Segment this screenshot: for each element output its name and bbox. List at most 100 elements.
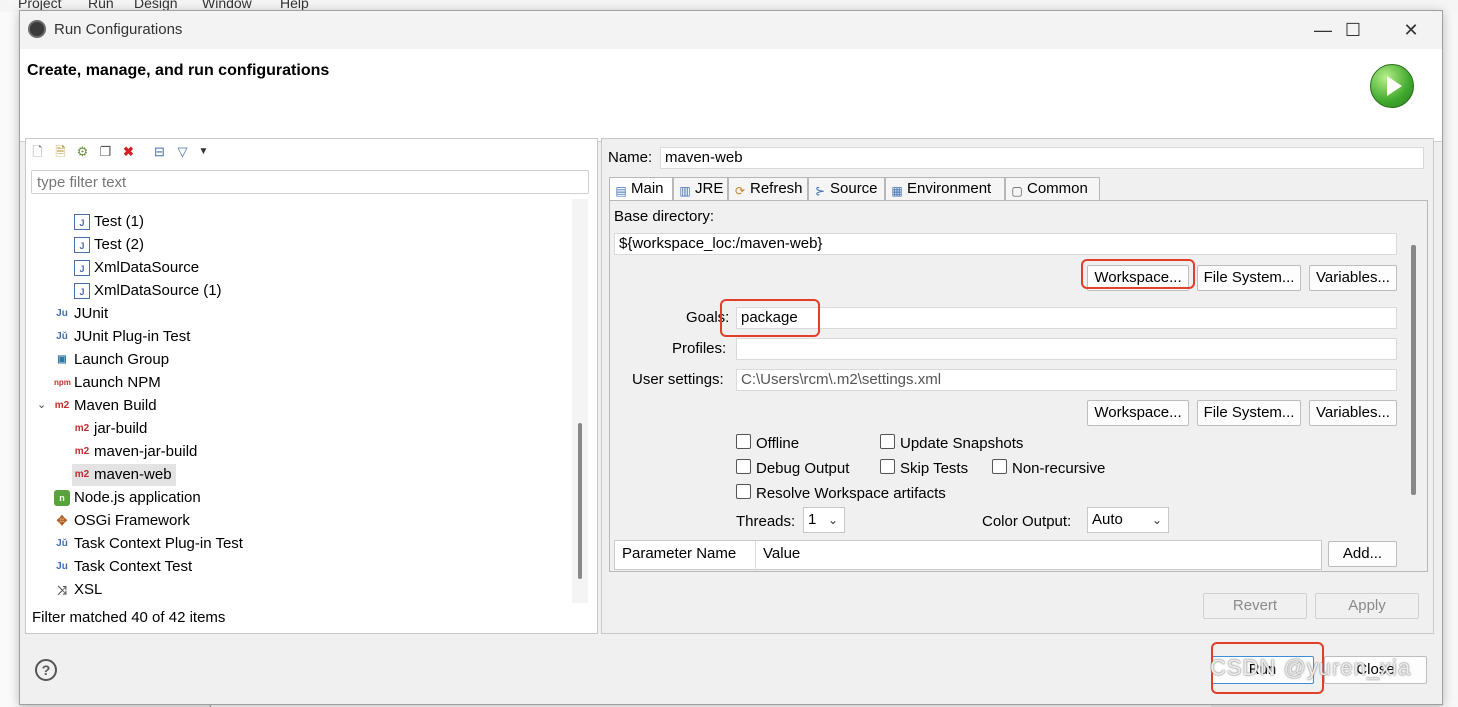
tree-item-xmldatasource-1[interactable]: J XmlDataSource (1)	[74, 280, 222, 302]
close-window-button[interactable]: ✕	[1396, 19, 1426, 41]
duplicate-config-icon[interactable]: ❐	[98, 144, 113, 159]
offline-checkbox[interactable]: Offline	[736, 434, 799, 452]
junit-test-icon: J	[74, 214, 90, 231]
tree-item-test-2[interactable]: J Test (2)	[74, 234, 144, 256]
tab-source[interactable]: ⊱ Source	[808, 177, 885, 201]
column-divider[interactable]	[755, 541, 756, 571]
task-plugin-icon: Jǔ	[56, 538, 68, 550]
tree-item-maven-web[interactable]: m2 maven-web	[72, 464, 176, 486]
tree-item-maven-build[interactable]: m2 Maven Build	[54, 395, 157, 417]
skip-tests-checkbox[interactable]: Skip Tests	[880, 459, 968, 477]
tree-item-launch-group[interactable]: ▣ Launch Group	[54, 349, 169, 371]
tree-item-maven-jar-build[interactable]: m2 maven-jar-build	[74, 441, 198, 463]
tab-jre[interactable]: ▥ JRE	[673, 177, 728, 201]
junit-test-icon: J	[74, 237, 90, 254]
profiles-field[interactable]	[736, 338, 1397, 360]
filter-status: Filter matched 40 of 42 items	[32, 609, 226, 626]
tree-item-launch-npm[interactable]: npm Launch NPM	[54, 372, 161, 394]
refresh-tab-icon: ⟳	[734, 184, 746, 198]
non-recursive-checkbox[interactable]: Non-recursive	[992, 459, 1105, 477]
param-value-header[interactable]: Value	[763, 545, 800, 562]
new-prototype-icon[interactable]: 🗎	[53, 144, 68, 159]
revert-button[interactable]: Revert	[1203, 593, 1307, 619]
checkbox-box[interactable]	[736, 434, 751, 449]
base-directory-field[interactable]: ${workspace_loc:/maven-web}	[614, 233, 1397, 255]
tab-main[interactable]: ▤ Main	[609, 177, 673, 201]
update-snapshots-checkbox[interactable]: Update Snapshots	[880, 434, 1023, 452]
param-name-header[interactable]: Parameter Name	[622, 545, 736, 562]
tree-item-osgi-framework[interactable]: ✥ OSGi Framework	[54, 510, 190, 532]
export-config-icon[interactable]: ⚙	[75, 144, 90, 159]
tab-environment[interactable]: ▦ Environment	[885, 177, 1005, 201]
color-output-select[interactable]: Auto ⌄	[1087, 507, 1169, 533]
maven-build-collapse-chevron-icon[interactable]: ⌄	[37, 398, 46, 411]
tree-scrollbar[interactable]	[572, 199, 588, 603]
maven-icon: m2	[74, 423, 90, 435]
checkbox-box[interactable]	[880, 459, 895, 474]
settings-variables-button[interactable]: Variables...	[1309, 400, 1397, 426]
view-menu-chevron-icon[interactable]: ▼	[196, 144, 211, 159]
header-title: Create, manage, and run configurations	[27, 62, 330, 79]
help-icon[interactable]: ?	[35, 659, 57, 681]
debug-output-checkbox[interactable]: Debug Output	[736, 459, 849, 477]
checkbox-box[interactable]	[880, 434, 895, 449]
run-button[interactable]: Run	[1211, 656, 1314, 684]
parameters-table[interactable]: Parameter Name Value	[614, 540, 1322, 571]
checkbox-box[interactable]	[992, 459, 1007, 474]
tab-common[interactable]: ▢ Common	[1005, 177, 1100, 201]
filter-input[interactable]	[31, 170, 589, 194]
window-title: Run Configurations	[54, 21, 183, 38]
goals-label: Goals:	[686, 309, 730, 326]
launch-group-icon: ▣	[57, 354, 67, 366]
maven-icon: m2	[74, 469, 90, 481]
eclipse-icon	[28, 20, 46, 38]
delete-config-icon[interactable]: ✖	[121, 144, 136, 159]
editor-scrollbar-thumb[interactable]	[1411, 245, 1416, 495]
filter-icon[interactable]: ▽	[175, 144, 190, 159]
title-bar: Run Configurations — ☐ ✕	[20, 11, 1442, 49]
maven-icon: m2	[74, 446, 90, 458]
osgi-icon: ✥	[56, 513, 68, 529]
tree-item-task-context-test[interactable]: Ju Task Context Test	[54, 556, 192, 578]
editor-scrollbar[interactable]	[1409, 245, 1419, 495]
minimize-button[interactable]: —	[1308, 19, 1338, 41]
threads-select[interactable]: 1 ⌄	[803, 507, 845, 533]
maven-icon: m2	[54, 400, 70, 412]
apply-button[interactable]: Apply	[1315, 593, 1419, 619]
collapse-all-icon[interactable]: ⊟	[152, 144, 167, 159]
base-dir-variables-button[interactable]: Variables...	[1309, 265, 1397, 291]
main-tab-content: Base directory: ${workspace_loc:/maven-w…	[609, 200, 1428, 572]
name-field[interactable]: maven-web	[660, 147, 1424, 169]
checkbox-box[interactable]	[736, 484, 751, 499]
resolve-workspace-checkbox[interactable]: Resolve Workspace artifacts	[736, 484, 946, 502]
tree-item-junit[interactable]: Ju JUnit	[54, 303, 108, 325]
config-toolbar: 🗋 🗎 ⚙ ❐ ✖ ⊟ ▽ ▼	[26, 139, 597, 165]
user-settings-field[interactable]: C:\Users\rcm\.m2\settings.xml	[736, 369, 1397, 391]
threads-label: Threads:	[736, 513, 796, 530]
maximize-button[interactable]: ☐	[1338, 19, 1368, 41]
tree-item-test-1[interactable]: J Test (1)	[74, 211, 144, 233]
checkbox-box[interactable]	[736, 459, 751, 474]
tree-item-junit-plugin-test[interactable]: Jǔ JUnit Plug-in Test	[54, 326, 190, 348]
add-parameter-button[interactable]: Add...	[1328, 541, 1397, 567]
xsl-icon: ⤨	[57, 583, 67, 598]
base-dir-filesystem-button[interactable]: File System...	[1197, 265, 1301, 291]
configuration-list-panel: 🗋 🗎 ⚙ ❐ ✖ ⊟ ▽ ▼ JTest (1) JTest (2) JXml…	[25, 138, 598, 634]
goals-field[interactable]: package	[736, 307, 1397, 329]
new-config-icon[interactable]: 🗋	[30, 144, 45, 159]
close-button[interactable]: Close	[1324, 656, 1427, 684]
tree-item-jar-build[interactable]: m2 jar-build	[74, 418, 148, 440]
background-left-strip	[0, 12, 20, 707]
settings-workspace-button[interactable]: Workspace...	[1087, 400, 1189, 426]
environment-tab-icon: ▦	[891, 184, 903, 198]
tab-refresh[interactable]: ⟳ Refresh	[728, 177, 808, 201]
tree-item-xmldatasource[interactable]: J XmlDataSource	[74, 257, 199, 279]
name-label: Name:	[608, 149, 653, 166]
settings-filesystem-button[interactable]: File System...	[1197, 400, 1301, 426]
base-dir-workspace-button[interactable]: Workspace...	[1087, 265, 1189, 291]
tree-item-nodejs-application[interactable]: n Node.js application	[54, 487, 201, 509]
tree-item-task-context-plugin-test[interactable]: Jǔ Task Context Plug-in Test	[54, 533, 243, 555]
tree-scrollbar-thumb[interactable]	[578, 423, 582, 579]
base-directory-label: Base directory:	[614, 208, 715, 225]
tree-item-xsl[interactable]: ⤨ XSL	[54, 579, 102, 601]
